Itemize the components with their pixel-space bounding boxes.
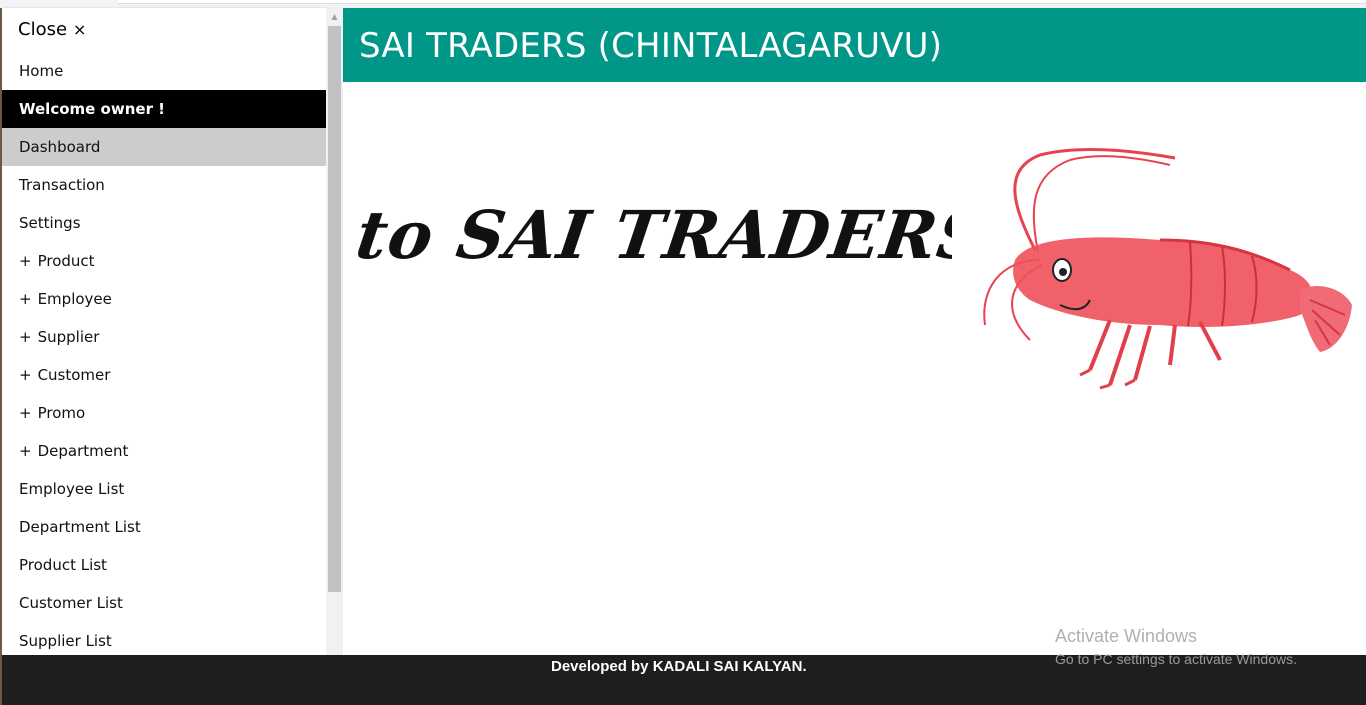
sidebar-item-label: Home — [19, 62, 64, 80]
sidebar-item-department[interactable]: + Department — [2, 432, 326, 470]
plus-icon: + — [19, 328, 32, 346]
sidebar-item-product-list[interactable]: Product List — [2, 546, 326, 584]
sidebar-scrollbar[interactable]: ▲ ▼ — [326, 8, 343, 705]
activate-windows-title: Activate Windows — [1055, 626, 1198, 646]
sidebar-item-label: Customer — [37, 366, 111, 384]
welcome-banner: Welcome owner ! — [2, 90, 326, 128]
address-bar-edge — [118, 0, 1366, 4]
page-title: SAI TRADERS (CHINTALAGARUVU) — [359, 26, 943, 66]
sidebar-item-label: Settings — [19, 214, 81, 232]
developer-credit: Developed by KADALI SAI KALYAN. — [551, 658, 807, 675]
close-icon: × — [73, 20, 87, 39]
sidebar-item-dashboard[interactable]: Dashboard — [2, 128, 326, 166]
sidebar-item-label: Dashboard — [19, 138, 101, 156]
sidebar-item-settings[interactable]: Settings — [2, 204, 326, 242]
sidebar-item-customer[interactable]: + Customer — [2, 356, 326, 394]
sidebar-item-transaction[interactable]: Transaction — [2, 166, 326, 204]
sidebar-item-customer-list[interactable]: Customer List — [2, 584, 326, 622]
sidebar-item-label: Customer List — [19, 594, 123, 612]
scroll-thumb[interactable] — [328, 26, 341, 592]
sidebar-item-label: Product List — [19, 556, 107, 574]
sidebar-item-department-list[interactable]: Department List — [2, 508, 326, 546]
sidebar: Close × Home Welcome owner ! Dashboard Tra… — [2, 8, 326, 705]
scroll-up-arrow-icon[interactable]: ▲ — [326, 8, 343, 25]
sidebar-item-label: Employee List — [19, 480, 125, 498]
sidebar-item-supplier[interactable]: + Supplier — [2, 318, 326, 356]
sidebar-item-label: Supplier List — [19, 632, 112, 650]
sidebar-item-label: Product — [37, 252, 95, 270]
activate-windows-subtitle: Go to PC settings to activate Windows. — [1055, 651, 1297, 667]
welcome-banner-text: to SAI TRADERS — [351, 196, 992, 274]
plus-icon: + — [19, 404, 32, 422]
sidebar-item-label: Promo — [37, 404, 86, 422]
welcome-text: Welcome owner ! — [19, 100, 166, 118]
sidebar-item-home[interactable]: Home — [2, 52, 326, 90]
sidebar-menu: Dashboard Transaction Settings + Product + Emp… — [2, 128, 326, 698]
plus-icon: + — [19, 366, 32, 384]
sidebar-item-label: Department — [37, 442, 129, 460]
plus-icon: + — [19, 252, 32, 270]
plus-icon: + — [19, 442, 32, 460]
plus-icon: + — [19, 290, 32, 308]
sidebar-item-label: Transaction — [19, 176, 105, 194]
sidebar-item-promo[interactable]: + Promo — [2, 394, 326, 432]
shrimp-illustration-icon — [983, 147, 1352, 390]
sidebar-item-label: Supplier — [37, 328, 100, 346]
sidebar-item-employee-list[interactable]: Employee List — [2, 470, 326, 508]
sidebar-item-product[interactable]: + Product — [2, 242, 326, 280]
sidebar-item-label: Employee — [37, 290, 112, 308]
close-label: Close — [18, 19, 68, 40]
close-sidebar-button[interactable]: Close × — [2, 8, 326, 52]
app-header: SAI TRADERS (CHINTALAGARUVU) — [343, 8, 1366, 82]
sidebar-item-employee[interactable]: + Employee — [2, 280, 326, 318]
sidebar-item-label: Department List — [19, 518, 141, 536]
browser-top-strip — [0, 0, 1366, 8]
